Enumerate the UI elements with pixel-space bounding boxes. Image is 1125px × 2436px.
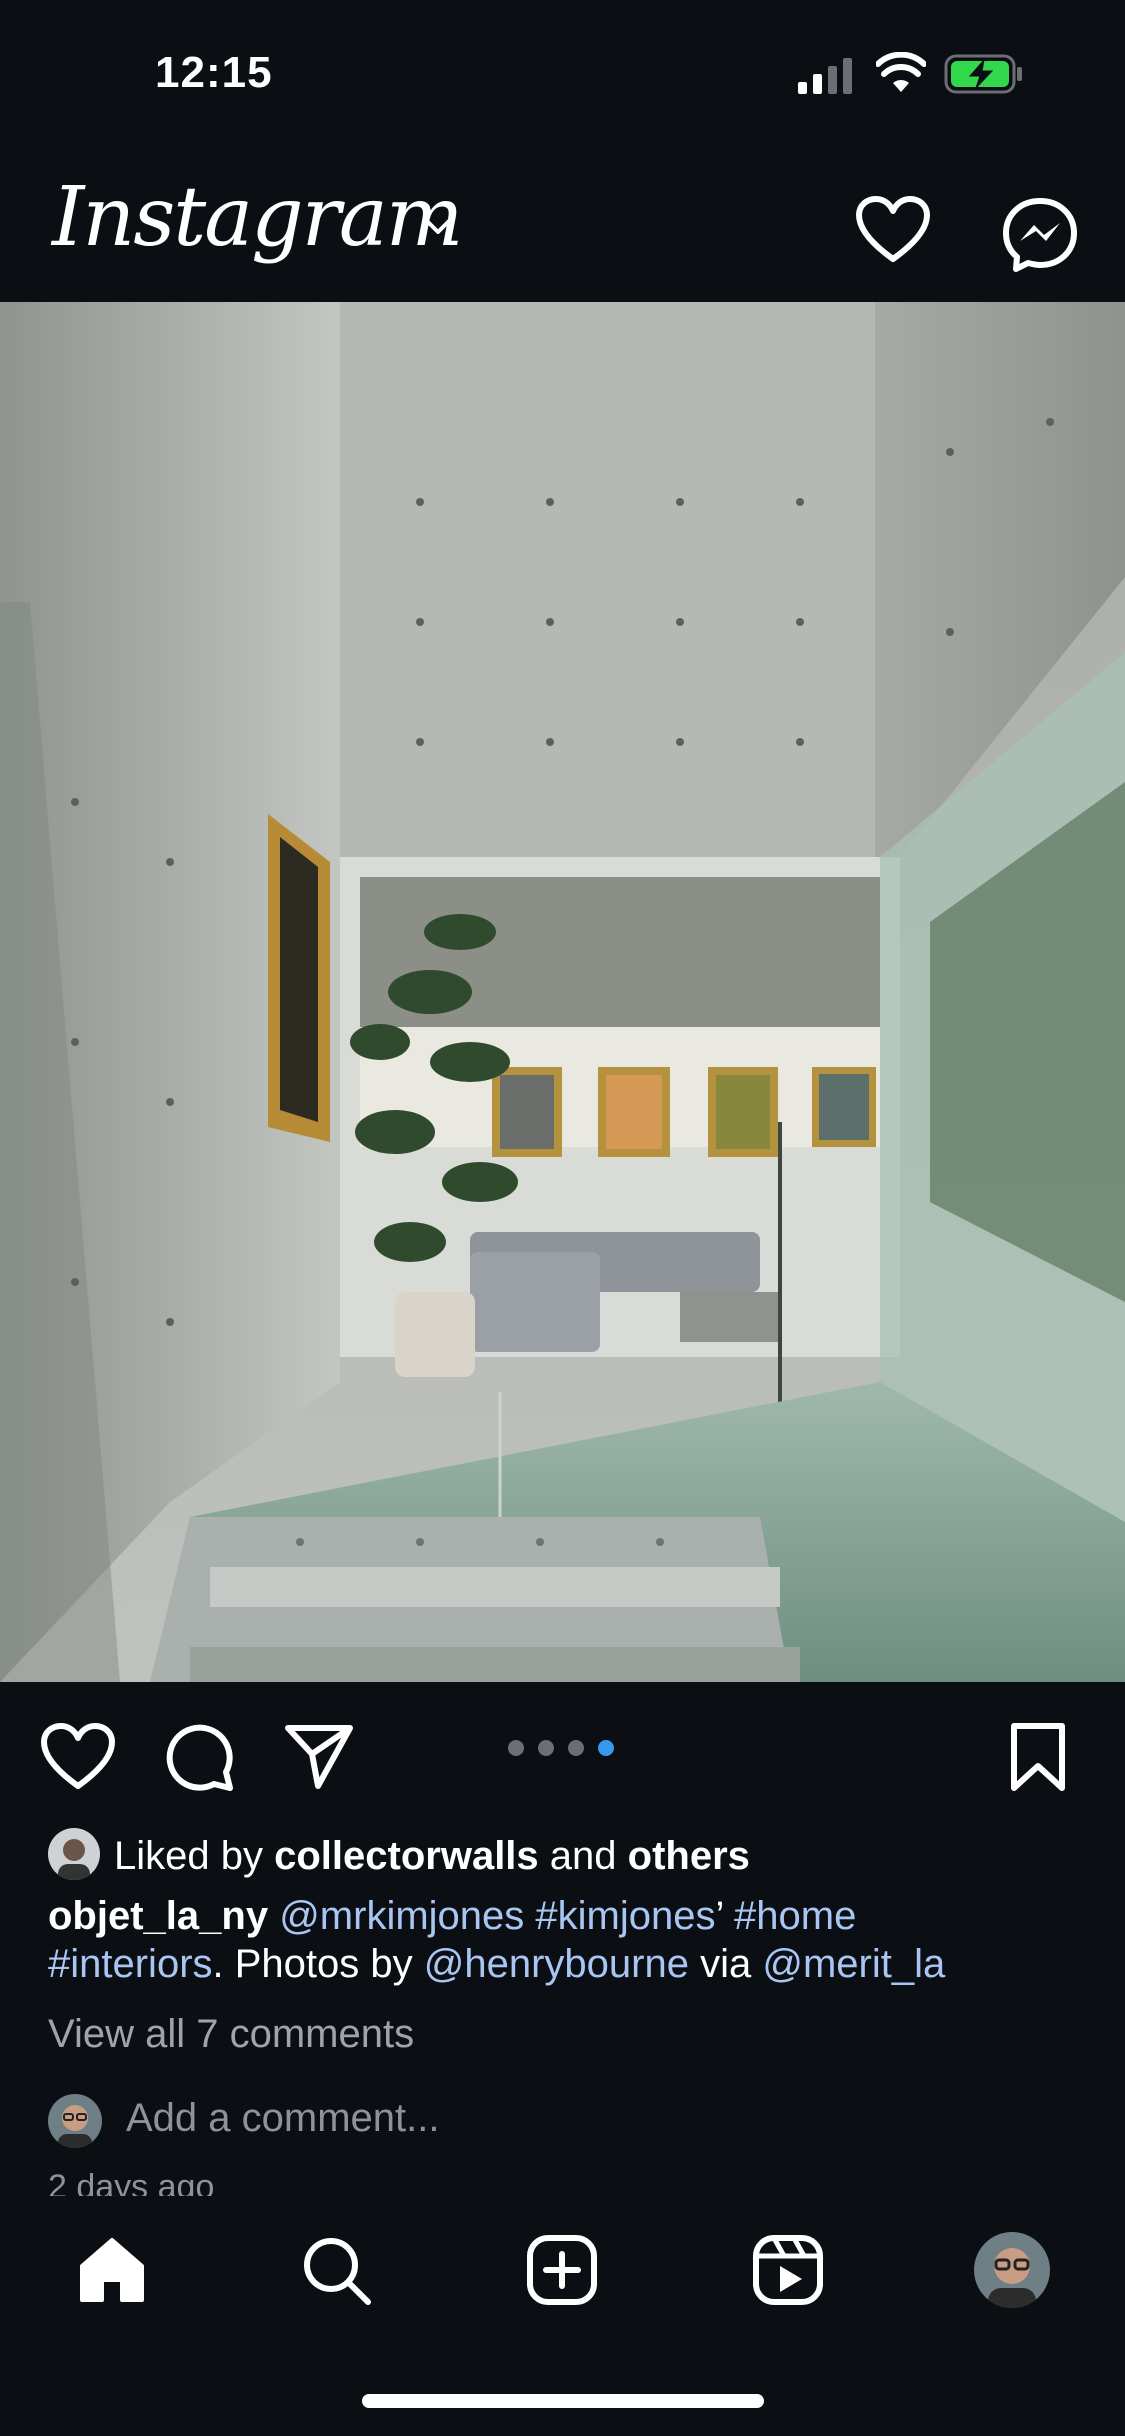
comment-icon[interactable] (162, 1720, 234, 1792)
caption-text: ’ (715, 1894, 723, 1938)
caption-mention[interactable]: @mrkimjones (279, 1894, 524, 1938)
chevron-down-icon[interactable] (420, 212, 456, 240)
share-icon[interactable] (284, 1722, 354, 1790)
liked-by-joiner: and (549, 1834, 617, 1878)
bookmark-icon[interactable] (1010, 1722, 1066, 1792)
instagram-logo[interactable]: Instagram (52, 170, 463, 265)
post-caption: objet_la_ny @mrkimjones #kimjones’ #home… (48, 1892, 1088, 1988)
heart-icon[interactable] (855, 195, 931, 263)
messenger-icon[interactable] (1000, 195, 1080, 275)
signal-icon (798, 58, 852, 94)
wifi-icon (876, 52, 926, 92)
carousel-dot-active (598, 1740, 614, 1756)
caption-hashtag[interactable]: #interiors (48, 1942, 213, 1986)
post-photo[interactable] (0, 302, 1125, 1682)
view-all-comments-link[interactable]: View all 7 comments (48, 2010, 414, 2058)
battery-charging-icon (944, 54, 1022, 94)
liked-by-text: Liked by collectorwalls and others (114, 1832, 750, 1880)
caption-text: . Photos by (212, 1942, 413, 1986)
liked-by-user-link[interactable]: collectorwalls (274, 1834, 539, 1878)
liked-by-prefix: Liked by (114, 1834, 263, 1878)
carousel-dot (508, 1740, 524, 1756)
carousel-dot (538, 1740, 554, 1756)
liked-by-others-link[interactable]: others (628, 1834, 750, 1878)
interior-photo-illustration (0, 302, 1125, 1682)
caption-mention[interactable]: @merit_la (762, 1942, 945, 1986)
like-heart-icon[interactable] (40, 1722, 116, 1790)
caption-mention[interactable]: @henrybourne (424, 1942, 689, 1986)
status-time: 12:15 (155, 48, 273, 97)
current-user-avatar (48, 2094, 102, 2148)
home-indicator (362, 2394, 764, 2408)
caption-hashtag[interactable]: #home (734, 1894, 856, 1938)
caption-hashtag[interactable]: #kimjones (535, 1894, 715, 1938)
caption-text: via (700, 1942, 752, 1986)
create-post-icon[interactable] (526, 2234, 598, 2306)
liker-avatar[interactable] (48, 1828, 100, 1880)
add-comment-input[interactable] (126, 2096, 926, 2141)
carousel-indicator (508, 1740, 614, 1760)
carousel-dot (568, 1740, 584, 1756)
search-icon[interactable] (300, 2234, 374, 2308)
profile-avatar[interactable] (974, 2232, 1050, 2308)
caption-username[interactable]: objet_la_ny (48, 1894, 268, 1938)
home-icon[interactable] (76, 2234, 148, 2306)
reels-icon[interactable] (752, 2234, 824, 2306)
